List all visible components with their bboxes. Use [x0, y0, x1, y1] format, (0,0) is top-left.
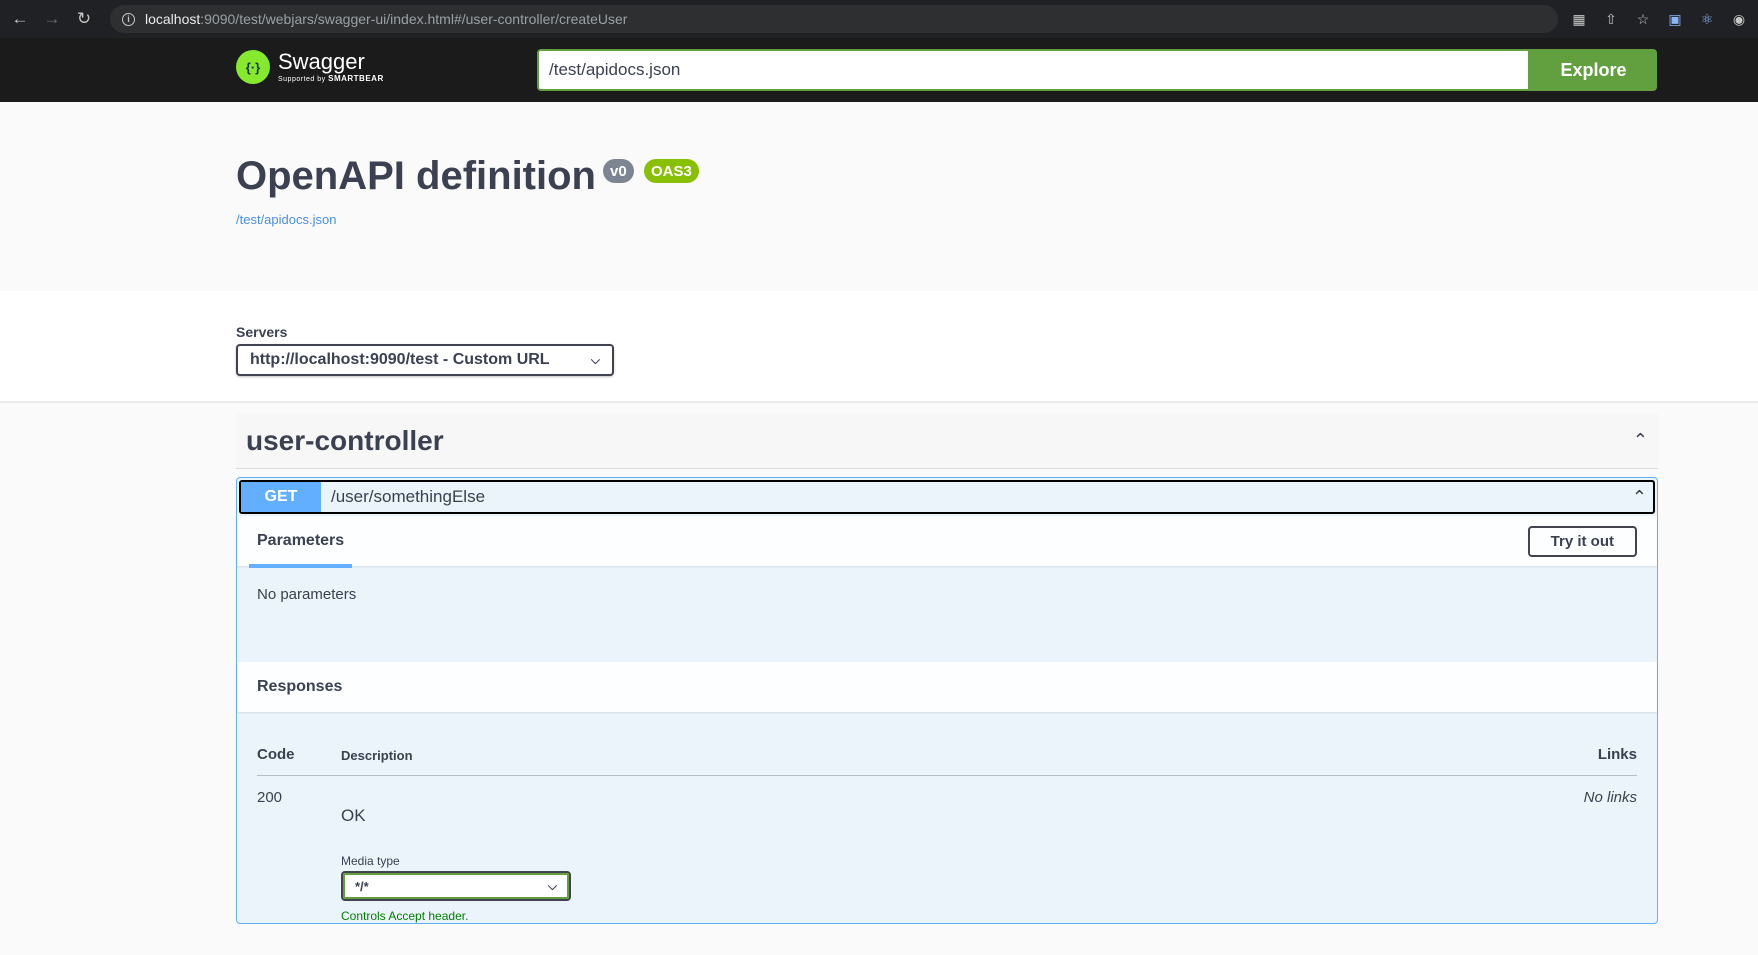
bookmark-star-icon[interactable]: ☆: [1632, 8, 1654, 30]
servers-select[interactable]: http://localhost:9090/test - Custom URL …: [236, 344, 614, 376]
chevron-up-icon[interactable]: ⌃: [1632, 487, 1647, 508]
share-icon[interactable]: ⇧: [1600, 8, 1622, 30]
opblock-get: GET /user/somethingElse ⌃ Parameters Try…: [236, 477, 1658, 924]
browser-toolbar: ← → ↻ i localhost:9090/test/webjars/swag…: [0, 0, 1758, 38]
spec-link[interactable]: /test/apidocs.json: [236, 212, 336, 227]
col-links: Links: [1597, 746, 1637, 763]
forward-arrow-icon[interactable]: →: [40, 7, 64, 31]
controls-accept-text: Controls Accept header.: [341, 909, 469, 923]
swagger-topbar: {·} Swagger Supported by SMARTBEAR Explo…: [0, 38, 1758, 102]
responses-header: Responses: [237, 662, 1657, 712]
responses-table-header: Code Description Links: [257, 712, 1637, 776]
info-section: OpenAPI definition v0 OAS3 /test/apidocs…: [0, 102, 1758, 291]
url-host: localhost: [145, 11, 201, 27]
extension-react-icon[interactable]: ⚛: [1696, 8, 1718, 30]
logo-supported-text: Supported by: [278, 76, 326, 83]
translate-icon[interactable]: ▦: [1568, 8, 1590, 30]
logo-company: SMARTBEAR: [328, 74, 384, 83]
try-it-out-button[interactable]: Try it out: [1527, 525, 1637, 557]
no-parameters-text: No parameters: [257, 586, 357, 603]
tab-underline: [249, 564, 353, 568]
servers-section: Servers http://localhost:9090/test - Cus…: [0, 291, 1758, 403]
spec-url-input[interactable]: [537, 49, 1530, 91]
address-bar[interactable]: i localhost:9090/test/webjars/swagger-ui…: [110, 5, 1558, 33]
col-description: Description: [341, 748, 413, 763]
opblock-summary[interactable]: GET /user/somethingElse ⌃: [239, 480, 1655, 514]
operations-wrapper: user-controller ⌃ GET /user/somethingEls…: [236, 413, 1658, 924]
servers-selected-value: http://localhost:9090/test - Custom URL: [250, 351, 550, 368]
swagger-logo[interactable]: {·} Swagger Supported by SMARTBEAR: [236, 50, 384, 84]
extension-translate-icon[interactable]: ▣: [1664, 8, 1686, 30]
servers-label: Servers: [236, 324, 288, 340]
media-type-select[interactable]: */* ⌵: [341, 871, 571, 901]
response-row: 200 OK Media type */* ⌵ Controls Accept …: [257, 776, 1637, 923]
response-description-cell: OK Media type */* ⌵ Controls Accept head…: [341, 789, 1517, 923]
response-links: No links: [1583, 789, 1637, 806]
chevron-down-icon: ⌵: [590, 352, 600, 367]
chevron-down-icon: ⌵: [547, 878, 557, 893]
tag-title[interactable]: user-controller: [246, 425, 444, 457]
response-code: 200: [257, 789, 283, 806]
oas-badge: OAS3: [644, 159, 699, 183]
tag-header[interactable]: user-controller ⌃: [236, 413, 1658, 469]
reload-icon[interactable]: ↻: [72, 7, 96, 31]
url-path: :9090/test/webjars/swagger-ui/index.html…: [200, 11, 628, 27]
responses-table: Code Description Links 200 OK Media type…: [237, 712, 1657, 923]
logo-subtitle: Supported by SMARTBEAR: [278, 74, 384, 84]
page-title: OpenAPI definition: [236, 154, 596, 198]
extension-globe-icon[interactable]: ◉: [1728, 8, 1750, 30]
back-arrow-icon[interactable]: ←: [8, 7, 32, 31]
tab-parameters-label: Parameters: [257, 532, 345, 549]
version-badge: v0: [603, 159, 634, 183]
tab-parameters[interactable]: Parameters: [249, 520, 353, 568]
operation-path: /user/somethingElse: [331, 487, 486, 506]
swagger-logo-icon: {·}: [236, 50, 270, 84]
parameters-header: Parameters Try it out: [237, 516, 1657, 568]
site-info-icon[interactable]: i: [122, 12, 135, 26]
media-type-label: Media type: [341, 854, 400, 868]
media-type-value: */*: [355, 878, 369, 894]
logo-name: Swagger: [278, 49, 365, 74]
url-text: localhost:9090/test/webjars/swagger-ui/i…: [145, 11, 627, 27]
method-badge: GET: [241, 482, 321, 512]
chevron-up-icon[interactable]: ⌃: [1633, 430, 1648, 451]
explore-button[interactable]: Explore: [1530, 49, 1657, 91]
col-code: Code: [257, 746, 295, 763]
response-description: OK: [341, 806, 366, 825]
